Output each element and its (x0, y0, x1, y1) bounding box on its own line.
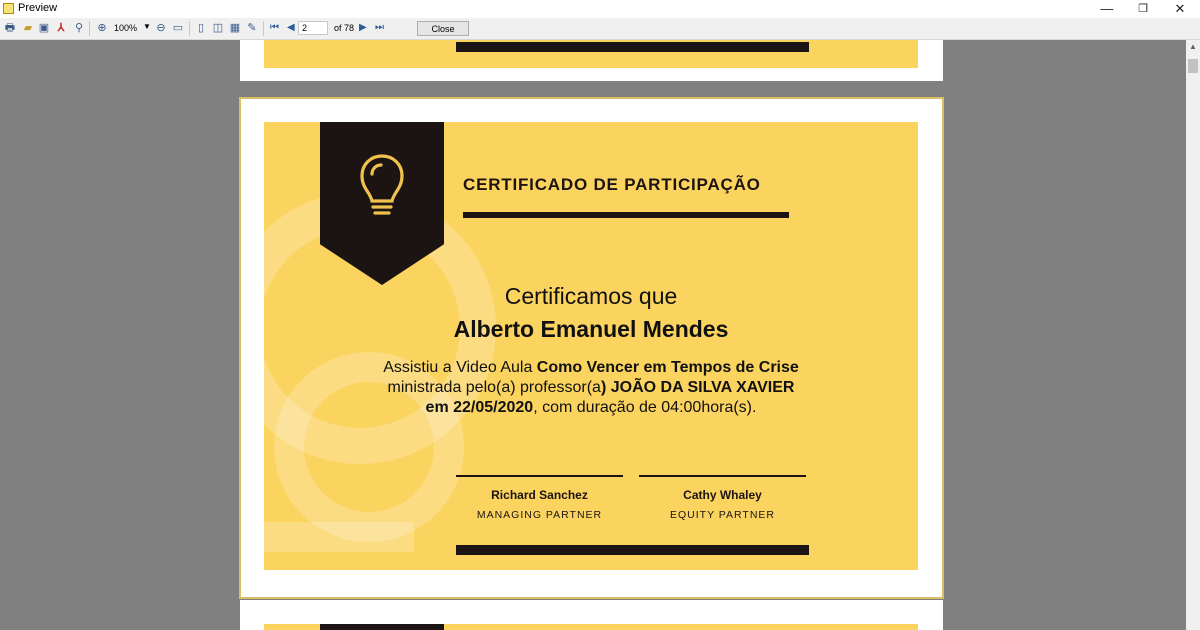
teacher-prefix: ministrada pelo(a) professor(a (387, 379, 601, 396)
close-button[interactable]: Close (417, 21, 469, 36)
toolbar-separator (89, 21, 90, 36)
intro-text: Certificamos que (504, 283, 678, 309)
signature-role: MANAGING PARTNER (476, 509, 603, 521)
two-page-icon[interactable]: ◫ (211, 21, 225, 35)
print-icon[interactable]: 🖶 (3, 21, 17, 35)
decorative-bar (456, 545, 809, 555)
signature-line (456, 475, 623, 477)
window-title: Preview (18, 2, 58, 14)
page-total: of 78 (334, 23, 355, 33)
decorative-bar (456, 42, 809, 52)
chevron-down-icon[interactable]: ▼ (143, 22, 151, 31)
scroll-up-icon[interactable]: ▲ (1189, 42, 1197, 51)
scroll-thumb[interactable] (1188, 59, 1198, 73)
restore-button[interactable]: ❐ (1125, 0, 1161, 18)
course-duration: , com duração de 04:00hora(s). (533, 399, 757, 416)
last-page-icon[interactable]: ⏭ (375, 22, 384, 33)
single-page-icon[interactable]: ▯ (194, 21, 208, 35)
course-prefix: Assistiu a Video Aula (383, 359, 537, 376)
recipient-name: Alberto Emanuel Mendes (453, 316, 729, 342)
certificate-body: Assistiu a Video Aula Como Vencer em Tem… (264, 358, 918, 418)
heading-underline (463, 212, 789, 218)
app-icon (3, 3, 14, 14)
teacher-name: ) JOÃO DA SILVA XAVIER (600, 379, 795, 396)
prev-page-icon[interactable]: ◀ (287, 22, 295, 33)
certificate-next (264, 624, 918, 630)
save-icon[interactable]: ▣ (37, 21, 51, 35)
thumbnail-icon[interactable]: ▦ (228, 21, 242, 35)
vertical-scrollbar[interactable]: ▲ (1186, 40, 1200, 630)
lightbulb-watermark (264, 522, 414, 552)
edit-icon[interactable]: ✎ (245, 21, 259, 35)
zoom-out-icon[interactable]: ⊖ (154, 21, 168, 35)
signature-name: Cathy Whaley (683, 488, 762, 502)
zoom-in-icon[interactable]: ⊕ (95, 21, 109, 35)
open-icon[interactable]: ▰ (21, 21, 35, 35)
certificate-heading: CERTIFICADO DE PARTICIPAÇÃO (463, 175, 761, 194)
next-page-icon[interactable]: ▶ (359, 22, 367, 33)
certificate-previous (264, 40, 918, 68)
find-icon[interactable]: ⚲ (72, 21, 86, 35)
toolbar: 🖶 ▰ ▣ ⅄ ⚲ ⊕ 100% ▼ ⊖ ▭ ▯ ◫ ▦ ✎ ⏮ ◀ of 78… (0, 18, 1200, 40)
ribbon-badge (320, 624, 444, 630)
toolbar-separator (263, 21, 264, 36)
signature-name: Richard Sanchez (491, 488, 588, 502)
signature-role: EQUITY PARTNER (669, 509, 776, 521)
title-bar: Preview — ❐ ✕ (0, 0, 1200, 18)
course-title: Como Vencer em Tempos de Crise (536, 359, 799, 376)
close-window-button[interactable]: ✕ (1162, 0, 1198, 18)
document-viewer[interactable]: CERTIFICADO DE PARTICIPAÇÃO Certificamos… (0, 40, 1186, 630)
fit-icon[interactable]: ▭ (171, 21, 185, 35)
course-date: em 22/05/2020 (425, 399, 534, 416)
first-page-icon[interactable]: ⏮ (270, 22, 279, 33)
certificate: CERTIFICADO DE PARTICIPAÇÃO Certificamos… (264, 122, 918, 570)
toolbar-separator (189, 21, 190, 36)
minimize-button[interactable]: — (1089, 0, 1125, 18)
page-number-input[interactable] (298, 21, 328, 35)
pdf-icon[interactable]: ⅄ (54, 21, 68, 35)
signature-line (639, 475, 806, 477)
